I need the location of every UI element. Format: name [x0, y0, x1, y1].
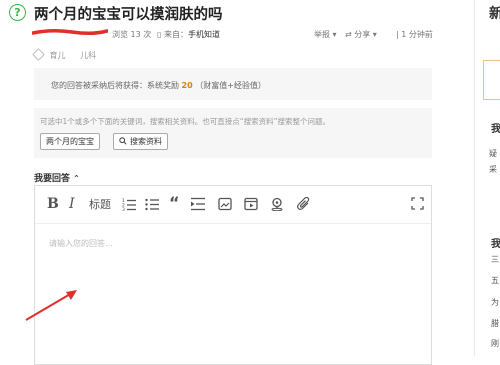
- share-icon: ⇄: [345, 30, 352, 39]
- answer-input-placeholder[interactable]: 请输入您的回答...: [49, 238, 113, 249]
- attachment-icon[interactable]: [297, 197, 311, 211]
- share-button[interactable]: ⇄ 分享 ▾: [345, 29, 377, 40]
- report-link[interactable]: 举报 ▾: [314, 29, 337, 40]
- question-title: 两个月的宝宝可以摸润肤的吗: [34, 7, 223, 23]
- heading-button[interactable]: 标题: [89, 199, 111, 210]
- reward-amount: 20: [181, 81, 193, 90]
- report-label: 举报: [314, 30, 330, 39]
- bullet-list-icon[interactable]: [145, 197, 159, 211]
- keyword-button[interactable]: 两个月的宝宝: [40, 133, 100, 150]
- annotation-arrow: [25, 290, 77, 321]
- svg-text:3: 3: [122, 207, 125, 211]
- sidebar-item[interactable]: 为: [491, 297, 499, 308]
- search-button-label: 搜索资料: [130, 137, 162, 146]
- sidebar-heading: 我: [491, 124, 500, 135]
- sidebar-item[interactable]: 腊: [491, 318, 499, 329]
- source-prefix: 来自：: [163, 30, 188, 39]
- post-time-text: 1 分钟前: [401, 30, 433, 39]
- question-icon: ?: [9, 4, 26, 21]
- fullscreen-icon[interactable]: [411, 197, 424, 210]
- keyword-hint: 可选中1个或多个下面的关键词，搜索相关资料。也可直接点“搜索资料”搜索整个问题。: [40, 117, 331, 126]
- search-materials-button[interactable]: 搜索资料: [113, 133, 168, 150]
- editor-toolbar: B I 标题 123 “: [35, 186, 431, 224]
- chevron-down-icon: ▾: [372, 30, 377, 39]
- italic-icon[interactable]: I: [69, 197, 75, 211]
- tag-list: 育儿 儿科: [32, 48, 108, 61]
- indent-icon[interactable]: [191, 197, 205, 211]
- source-info: ▯ 来自：手机知道: [157, 29, 220, 40]
- sidebar-top-text: 新: [489, 6, 500, 22]
- answer-label-text: 我要回答: [34, 174, 71, 184]
- chevron-down-icon: ▾: [332, 30, 337, 39]
- share-label: 分享: [354, 30, 371, 39]
- sidebar-heading: 我: [491, 239, 500, 250]
- source-link[interactable]: 手机知道: [188, 30, 220, 39]
- sidebar-item[interactable]: 疑: [489, 148, 497, 159]
- tag-icon: [32, 48, 45, 61]
- view-count: 浏览 13 次: [112, 30, 152, 39]
- sidebar-item[interactable]: 刚: [491, 338, 499, 349]
- sidebar-divider: [474, 0, 475, 356]
- sidebar-card: [483, 60, 500, 100]
- location-icon[interactable]: [270, 197, 284, 211]
- quote-icon[interactable]: “: [169, 195, 180, 211]
- chevron-up-icon: ⌃: [73, 174, 80, 183]
- ordered-list-icon[interactable]: 123: [122, 197, 136, 211]
- image-icon[interactable]: [218, 197, 232, 211]
- redaction-scribble: [32, 28, 108, 36]
- answer-label[interactable]: 我要回答 ⌃: [34, 171, 80, 184]
- search-icon: [119, 136, 127, 147]
- post-time: | 1 分钟前: [396, 30, 433, 39]
- sidebar-item[interactable]: 三: [491, 254, 499, 265]
- sidebar-item[interactable]: 五: [491, 275, 499, 286]
- reward-text-after: （财富值+经验值）: [195, 81, 266, 90]
- reward-text-before: 您的回答被采纳后将获得：系统奖励: [51, 81, 179, 90]
- video-icon[interactable]: [244, 197, 258, 211]
- phone-icon: ▯: [157, 30, 162, 39]
- tag-item[interactable]: 儿科: [80, 51, 96, 60]
- reward-notice: 您的回答被采纳后将获得：系统奖励 20 （财富值+经验值）: [34, 68, 432, 100]
- sidebar-item[interactable]: 采: [489, 164, 497, 175]
- keyword-button-label: 两个月的宝宝: [46, 137, 94, 146]
- bold-icon[interactable]: B: [47, 197, 59, 211]
- keyword-search-panel: 可选中1个或多个下面的关键词，搜索相关资料。也可直接点“搜索资料”搜索整个问题。…: [34, 108, 432, 158]
- answer-editor: B I 标题 123 “ 请输入您的回答...: [34, 185, 432, 365]
- tag-item[interactable]: 育儿: [50, 51, 66, 60]
